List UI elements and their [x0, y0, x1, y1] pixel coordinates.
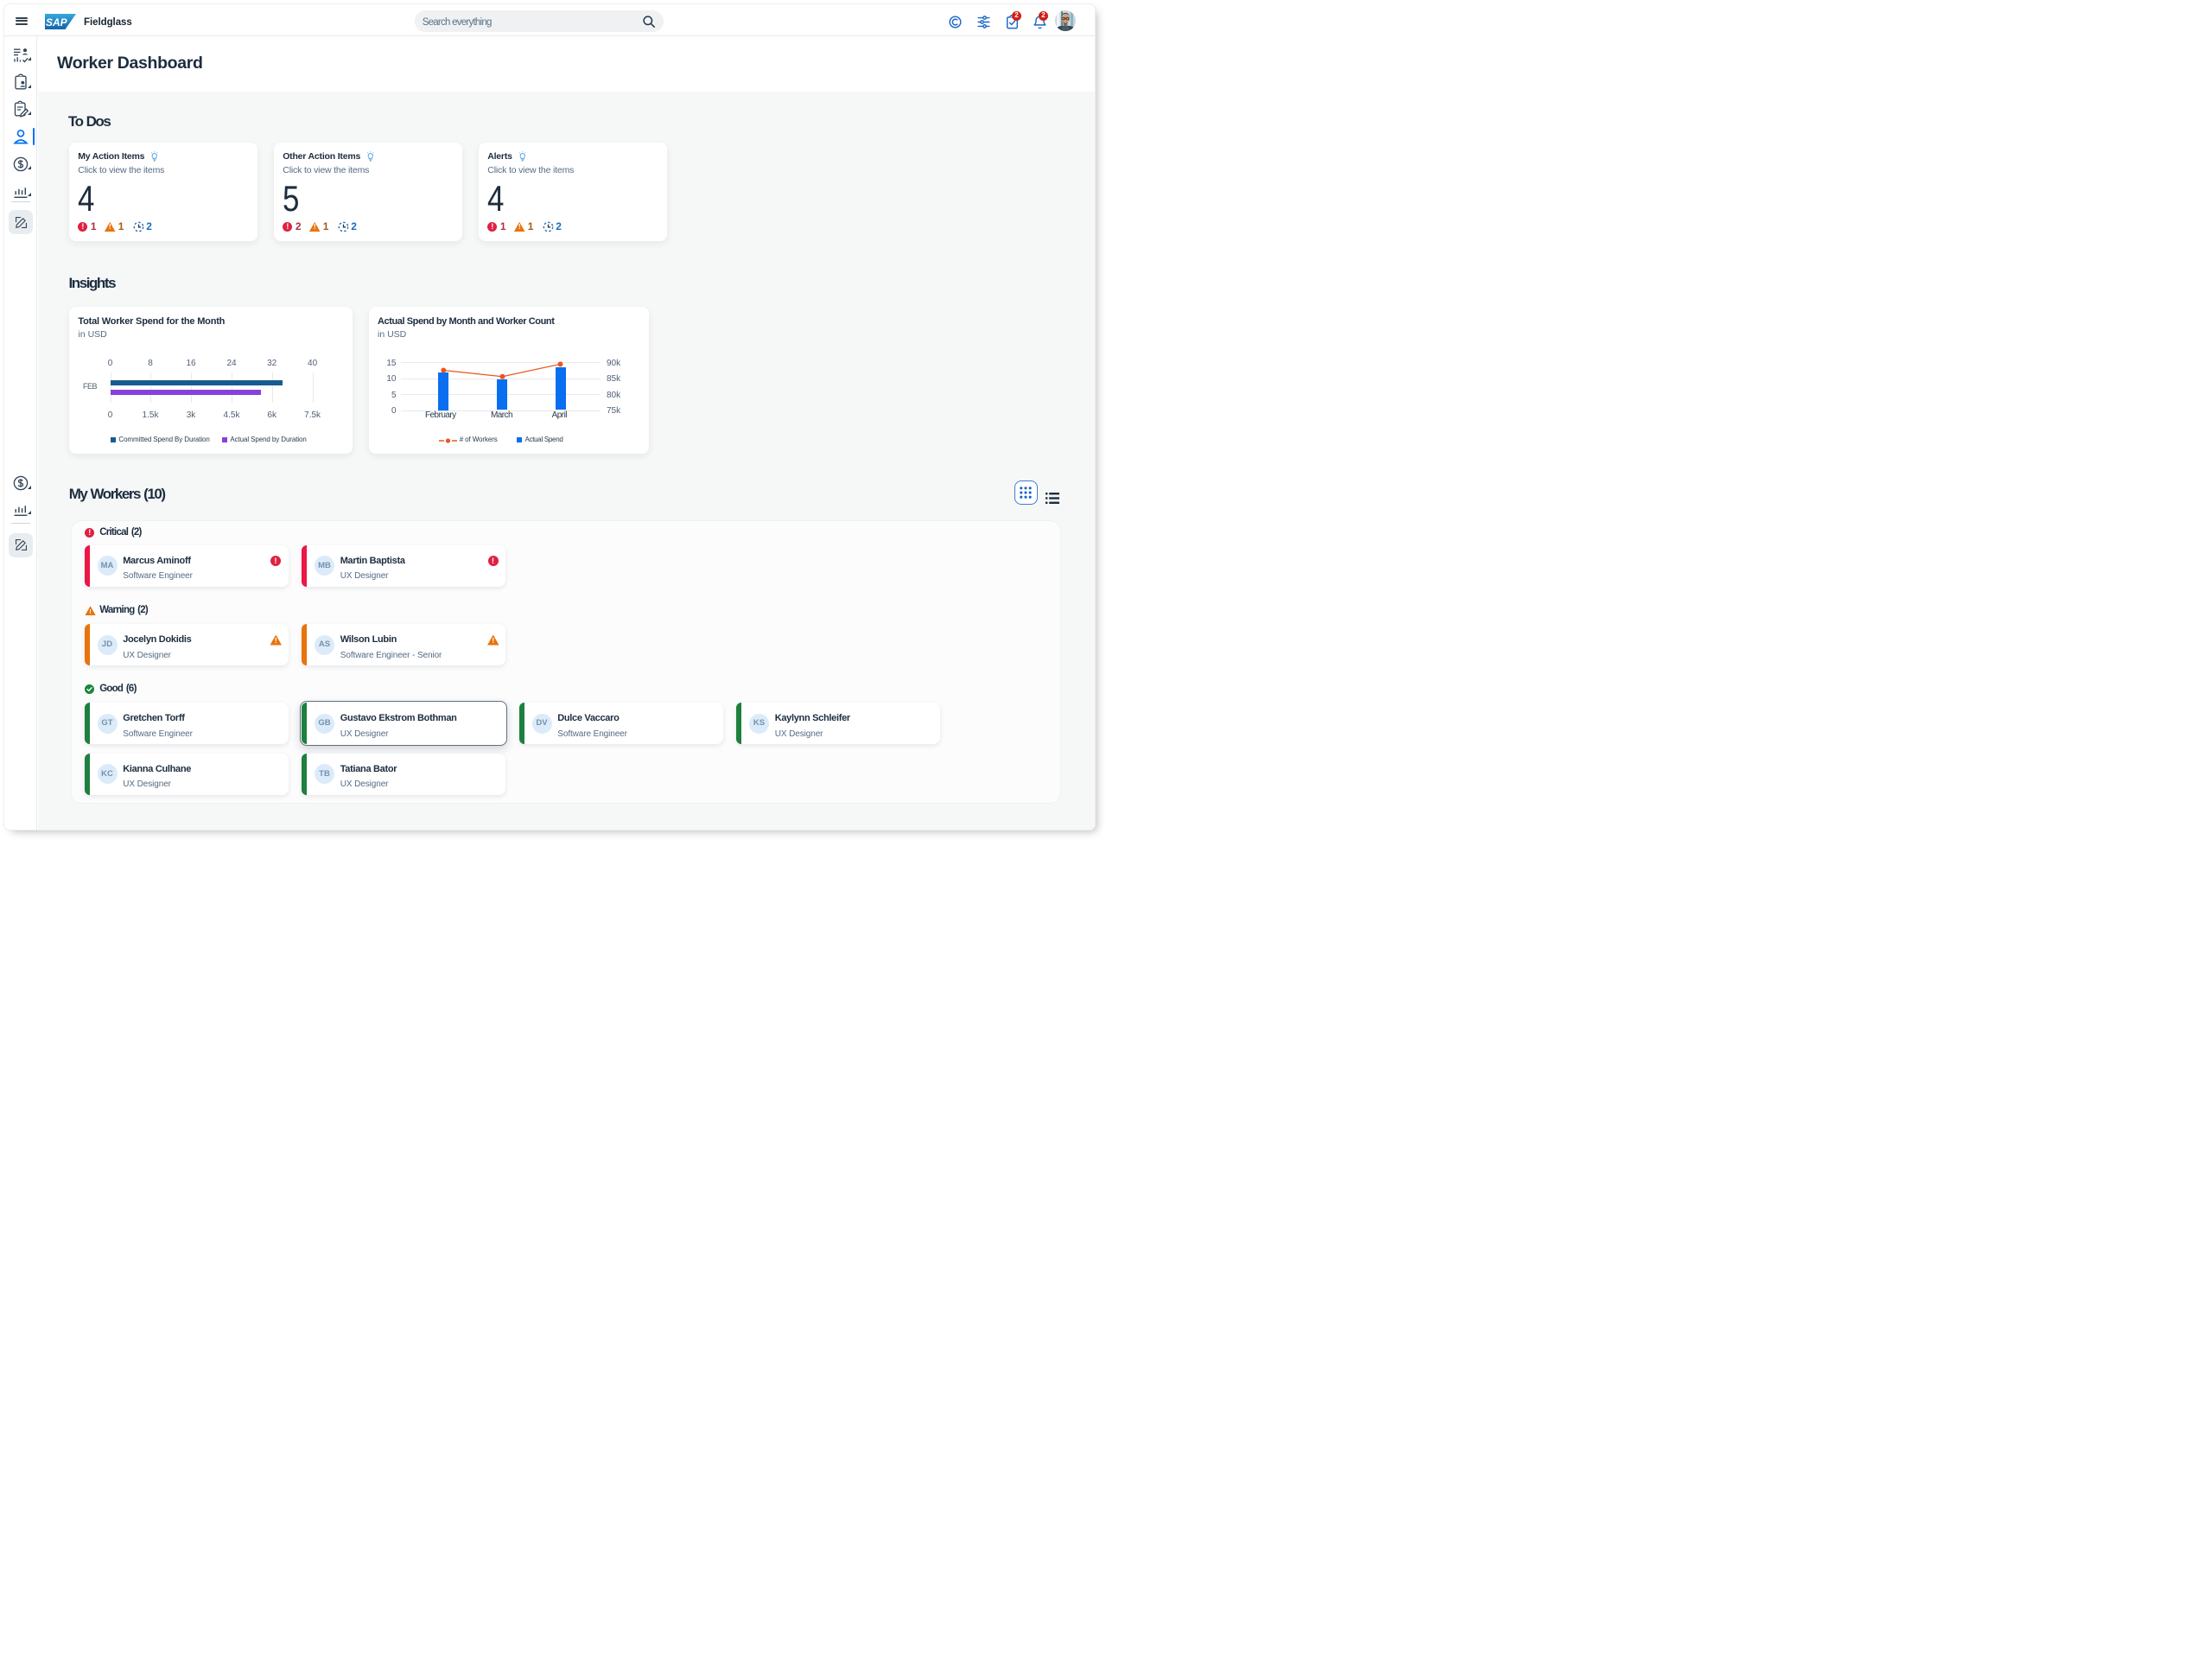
svg-text:SAP: SAP: [46, 16, 68, 29]
